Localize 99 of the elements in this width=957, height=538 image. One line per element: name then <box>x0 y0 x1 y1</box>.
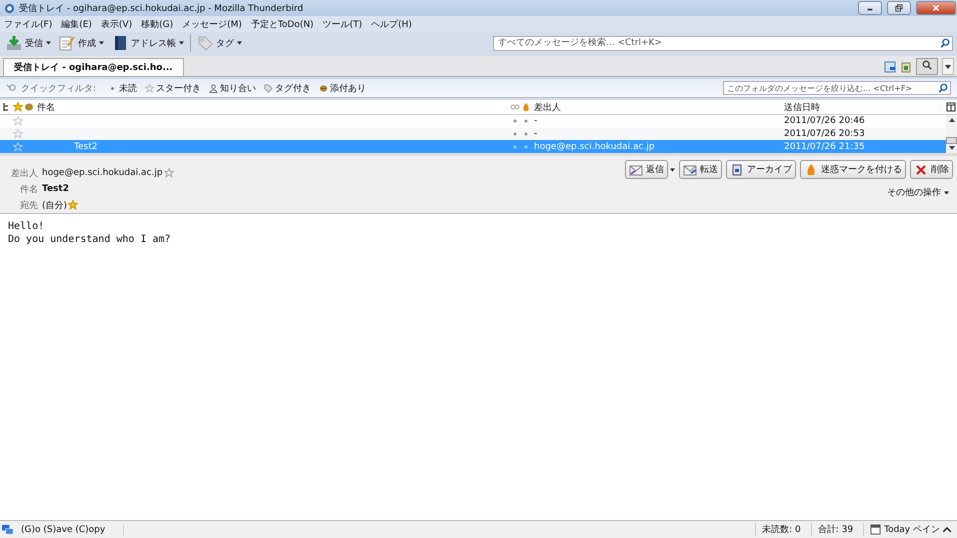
unread-count: 未読数: 0 <box>755 523 807 536</box>
field-value[interactable]: hoge@ep.sci.hokudai.ac.jp <box>42 168 163 178</box>
column-header[interactable]: 差出人 <box>532 100 780 114</box>
filter-button[interactable]: 添付あり <box>317 82 368 94</box>
caret-icon <box>179 41 184 45</box>
filter-button[interactable]: タグ付き <box>262 82 314 94</box>
quick-filter-toggle[interactable] <box>916 58 938 75</box>
caret-icon <box>237 41 242 45</box>
search-field[interactable]: すべてのメッセージを検索... <Ctrl+K> <box>493 36 953 50</box>
filter-button[interactable]: 未読 <box>106 82 140 94</box>
attachment-column-icon[interactable] <box>24 102 34 112</box>
menu-item[interactable]: ツール(T) <box>322 18 362 30</box>
menu-item[interactable]: メッセージ(M) <box>182 18 242 30</box>
column-header[interactable]: 送信日時 <box>780 100 939 114</box>
more-actions-button[interactable]: その他の操作 <box>883 186 953 200</box>
star-icon[interactable] <box>68 200 78 210</box>
action-button[interactable]: 迷惑マークを付ける <box>800 160 906 180</box>
menu-item[interactable]: 予定とToDo(N) <box>250 18 314 30</box>
caret-icon <box>945 64 951 68</box>
scroll-up-icon[interactable] <box>948 118 954 122</box>
message-row[interactable]: - 2011/07/26 20:53 <box>0 128 946 140</box>
today-pane-button[interactable]: Today ペイン <box>863 523 957 536</box>
menu-item[interactable]: 編集(E) <box>61 18 92 30</box>
online-icon[interactable] <box>2 524 13 535</box>
delete-icon <box>914 164 928 176</box>
caret-icon[interactable] <box>670 168 675 172</box>
subject-text: Test2 <box>73 142 98 152</box>
tag-icon <box>264 84 274 92</box>
caret-icon <box>99 41 104 45</box>
search-icon <box>922 60 932 70</box>
column-header[interactable]: 件名 <box>35 100 510 114</box>
action-button[interactable]: 削除 <box>910 160 953 180</box>
book-icon <box>112 35 128 51</box>
total-count: 合計: 39 <box>810 523 860 536</box>
flame-column-icon[interactable] <box>521 102 531 112</box>
window-title: 受信トレイ - ogihara@ep.sci.hokudai.ac.jp - Mozilla Thunderbird <box>19 2 304 14</box>
star-column-icon[interactable] <box>13 102 23 112</box>
layout-icon[interactable] <box>884 61 896 73</box>
filter-button[interactable]: 知り合い <box>207 82 258 94</box>
toolbar-button[interactable]: 作成 <box>57 35 106 51</box>
field-label: 件名 <box>19 184 38 196</box>
quick-filter-label: クイックフィルタ: <box>21 82 96 94</box>
toolbar-button[interactable]: タグ <box>195 35 244 51</box>
envelope-icon <box>683 164 697 176</box>
action-button[interactable]: 返信 <box>625 160 668 180</box>
sender-text: hoge@ep.sci.hokudai.ac.jp <box>534 142 655 152</box>
read-column-icon[interactable] <box>510 102 520 112</box>
menu-item[interactable]: 移動(G) <box>141 18 174 30</box>
star-icon <box>145 84 154 92</box>
menu-item[interactable]: 表示(V) <box>100 18 132 30</box>
star-icon[interactable] <box>13 116 23 126</box>
filter-button[interactable]: スター付き <box>143 82 204 94</box>
minimize-button[interactable] <box>858 1 882 15</box>
sender-text: - <box>534 116 538 126</box>
action-button[interactable]: アーカイブ <box>726 160 796 180</box>
caret-icon <box>944 190 949 195</box>
filter-field[interactable]: このフォルダのメッセージを絞り込む... <Ctrl+F> <box>723 81 951 95</box>
tag-icon <box>197 35 213 51</box>
restore-button[interactable] <box>887 1 911 15</box>
star-icon[interactable] <box>164 168 174 178</box>
message-line: Hello! <box>8 220 46 234</box>
filter-icon <box>6 82 17 94</box>
sender-text: - <box>534 129 538 140</box>
calendar-icon <box>870 524 882 535</box>
app-icon <box>4 2 15 14</box>
date-text: 2011/07/26 21:35 <box>784 142 865 152</box>
person-icon <box>209 84 218 92</box>
archive-icon <box>730 164 744 176</box>
message-row[interactable]: - 2011/07/26 20:46 <box>0 115 946 128</box>
close-icon <box>931 4 941 12</box>
download-icon <box>6 35 22 51</box>
folder-tab[interactable]: 受信トレイ - ogihara@ep.sci.ho... <box>3 58 184 76</box>
caret-icon <box>943 527 951 532</box>
message-line: Do you understand who I am? <box>8 233 172 246</box>
tab-list-button[interactable] <box>942 58 954 75</box>
clipboard-icon[interactable] <box>900 61 912 73</box>
field-value: Test2 <box>42 184 69 194</box>
restore-icon <box>894 4 904 12</box>
date-text: 2011/07/26 20:53 <box>784 129 865 140</box>
field-value[interactable]: (自分) <box>42 198 68 212</box>
caret-icon <box>46 41 51 45</box>
star-icon[interactable] <box>13 129 23 140</box>
status-text: (G)o (S)ave (C)opy <box>17 524 124 534</box>
scrollbar[interactable] <box>946 115 957 154</box>
action-button[interactable]: 転送 <box>679 160 722 180</box>
toolbar-button[interactable]: アドレス帳 <box>110 35 186 51</box>
close-button[interactable] <box>916 1 956 15</box>
field-label: 差出人 <box>10 168 38 180</box>
date-text: 2011/07/26 20:46 <box>784 116 865 126</box>
star-icon[interactable] <box>13 142 23 152</box>
search-icon <box>940 38 950 48</box>
field-label: 宛先 <box>19 200 38 212</box>
search-icon <box>938 83 948 93</box>
pencil-paper-icon <box>59 35 75 51</box>
toolbar-button[interactable]: 受信 <box>4 35 53 51</box>
menu-item[interactable]: ファイル(F) <box>4 18 52 30</box>
menu-item[interactable]: ヘルプ(H) <box>371 18 412 30</box>
column-picker-icon[interactable] <box>946 102 956 112</box>
envelope-icon <box>629 164 643 176</box>
